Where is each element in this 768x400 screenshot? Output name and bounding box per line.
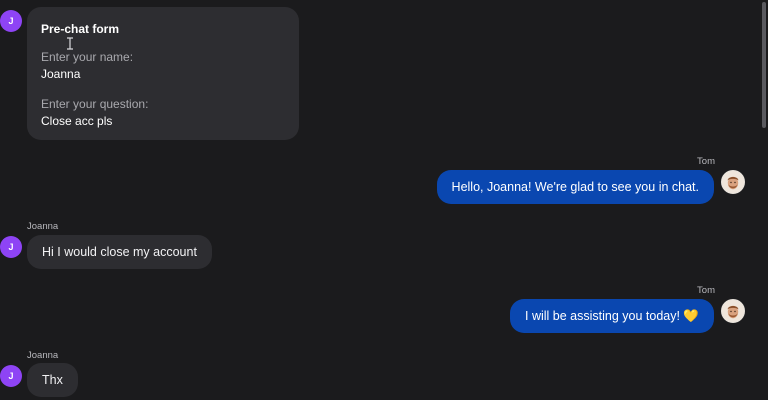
chat-transcript[interactable]: J Pre-chat form Enter your name: Joanna … <box>0 0 768 400</box>
visitor-avatar-initial: J <box>8 371 14 381</box>
message-text: I will be assisting you today! 💛 <box>525 309 699 323</box>
visitor-avatar-initial: J <box>8 242 14 252</box>
agent-avatar <box>721 170 745 194</box>
visitor-message: Thx <box>27 363 78 397</box>
visitor-avatar-initial: J <box>8 16 14 26</box>
visitor-avatar: J <box>0 10 22 32</box>
agent-sender-name: Tom <box>697 156 715 167</box>
prechat-question-value: Close acc pls <box>41 114 113 128</box>
prechat-form-card: Pre-chat form Enter your name: Joanna En… <box>27 7 299 140</box>
message-text: Hi I would close my account <box>42 245 197 259</box>
prechat-name-value: Joanna <box>41 67 81 81</box>
visitor-message: Hi I would close my account <box>27 235 212 269</box>
scrollbar-thumb[interactable] <box>762 2 766 128</box>
agent-avatar-photo-icon <box>722 300 744 322</box>
scrollbar[interactable] <box>760 0 768 400</box>
visitor-sender-name: Joanna <box>27 350 59 361</box>
agent-message: Hello, Joanna! We're glad to see you in … <box>436 170 714 204</box>
message-text: Thx <box>42 373 63 387</box>
agent-message: I will be assisting you today! 💛 <box>510 299 714 333</box>
visitor-avatar: J <box>0 365 22 387</box>
prechat-question-label: Enter your question: <box>41 97 149 111</box>
prechat-name-label: Enter your name: <box>41 50 134 64</box>
agent-avatar-photo-icon <box>722 171 744 193</box>
message-text: Hello, Joanna! We're glad to see you in … <box>451 180 699 194</box>
visitor-sender-name: Joanna <box>27 221 59 232</box>
agent-sender-name: Tom <box>697 285 715 296</box>
agent-avatar <box>721 299 745 323</box>
prechat-form-title: Pre-chat form <box>41 22 120 36</box>
visitor-avatar: J <box>0 236 22 258</box>
text-cursor-icon <box>67 37 73 50</box>
